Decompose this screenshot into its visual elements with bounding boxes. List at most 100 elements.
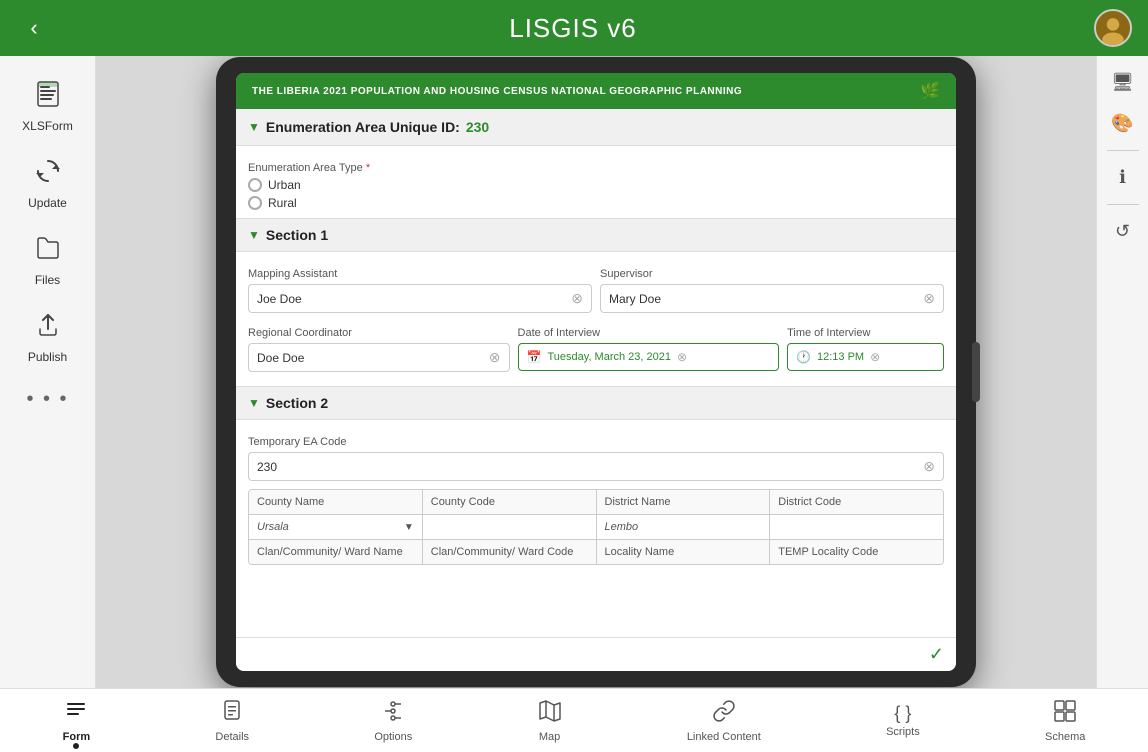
- publish-label: Publish: [28, 350, 67, 364]
- nav-details[interactable]: Details: [199, 695, 265, 747]
- more-options[interactable]: • • •: [26, 388, 68, 411]
- mapping-assistant-clear[interactable]: ⊗: [571, 290, 583, 307]
- avatar[interactable]: [1094, 9, 1132, 47]
- county-name-header: County Name: [249, 490, 423, 514]
- grid-header-row-2: Clan/Community/ Ward Name Clan/Community…: [249, 540, 943, 564]
- info-icon[interactable]: ℹ: [1115, 163, 1130, 192]
- sidebar-item-publish[interactable]: Publish: [8, 303, 88, 372]
- nav-map[interactable]: Map: [522, 695, 578, 747]
- nav-schema-icon: [1053, 699, 1077, 729]
- time-group: Time of Interview 🕐 12:13 PM ⊗: [787, 319, 944, 372]
- update-icon: [34, 157, 62, 192]
- district-code-cell[interactable]: [770, 515, 943, 539]
- time-value: 12:13 PM: [817, 351, 864, 363]
- palette-icon[interactable]: 🎨: [1107, 109, 1137, 138]
- mapping-assistant-input[interactable]: Joe Doe ⊗: [248, 284, 592, 313]
- district-code-header: District Code: [770, 490, 943, 514]
- nav-map-label: Map: [539, 731, 560, 743]
- temp-locality-code-header: TEMP Locality Code: [770, 540, 943, 564]
- county-name-value: Ursala: [257, 521, 289, 533]
- ea-type-label: Enumeration Area Type *: [248, 162, 944, 174]
- ea-type-section: Enumeration Area Type * Urban Rural: [236, 146, 956, 218]
- nav-scripts[interactable]: { } Scripts: [870, 699, 936, 742]
- nav-linked-content-icon: [712, 699, 736, 729]
- supervisor-label: Supervisor: [600, 268, 944, 280]
- form-header: THE LIBERIA 2021 POPULATION AND HOUSING …: [236, 73, 956, 109]
- county-code-header: County Code: [423, 490, 597, 514]
- district-name-value: Lembo: [605, 521, 639, 533]
- regional-coordinator-label: Regional Coordinator: [248, 327, 510, 339]
- tablet-frame: THE LIBERIA 2021 POPULATION AND HOUSING …: [216, 57, 976, 687]
- files-icon: [34, 234, 62, 269]
- center-area: THE LIBERIA 2021 POPULATION AND HOUSING …: [96, 56, 1096, 688]
- county-name-dropdown[interactable]: Ursala ▼: [257, 521, 414, 533]
- sidebar-item-xlsform[interactable]: XLSForm: [8, 72, 88, 141]
- sidebar-item-update[interactable]: Update: [8, 149, 88, 218]
- section1-title: Section 1: [266, 227, 328, 243]
- date-input[interactable]: 📅 Tuesday, March 23, 2021 ⊗: [518, 343, 780, 371]
- section2-title: Section 2: [266, 395, 328, 411]
- temp-ea-clear[interactable]: ⊗: [923, 458, 935, 475]
- temp-ea-section: Temporary EA Code 230 ⊗ County Name Coun…: [236, 420, 956, 573]
- supervisor-clear[interactable]: ⊗: [923, 290, 935, 307]
- mapping-assistant-group: Mapping Assistant Joe Doe ⊗: [248, 260, 592, 313]
- date-label: Date of Interview: [518, 327, 780, 339]
- back-button[interactable]: ‹: [16, 15, 52, 41]
- form-header-icon: 🌿: [920, 81, 940, 101]
- nav-map-icon: [538, 699, 562, 729]
- locality-name-header: Locality Name: [597, 540, 771, 564]
- undo-icon[interactable]: ↺: [1111, 217, 1134, 246]
- nav-schema[interactable]: Schema: [1029, 695, 1101, 747]
- district-name-cell[interactable]: Lembo: [597, 515, 771, 539]
- nav-schema-label: Schema: [1045, 731, 1085, 743]
- clock-icon: 🕐: [796, 350, 811, 364]
- regional-coordinator-input[interactable]: Doe Doe ⊗: [248, 343, 510, 372]
- county-name-cell[interactable]: Ursala ▼: [249, 515, 423, 539]
- county-code-cell[interactable]: [423, 515, 597, 539]
- section2-toggle[interactable]: ▼: [248, 396, 260, 410]
- left-sidebar: XLSForm Update Files: [0, 56, 96, 688]
- right-divider-2: [1107, 204, 1139, 205]
- check-button[interactable]: ✓: [929, 644, 944, 665]
- row-coordinator-date-time: Regional Coordinator Doe Doe ⊗ Date of I…: [248, 319, 944, 372]
- ea-title: Enumeration Area Unique ID:: [266, 119, 460, 135]
- date-group: Date of Interview 📅 Tuesday, March 23, 2…: [518, 319, 780, 372]
- top-bar: ‹ LISGIS v6: [0, 0, 1148, 56]
- radio-urban-label: Urban: [268, 178, 301, 192]
- nav-details-label: Details: [215, 731, 249, 743]
- tablet-screen: THE LIBERIA 2021 POPULATION AND HOUSING …: [236, 73, 956, 671]
- update-label: Update: [28, 196, 67, 210]
- xlsform-label: XLSForm: [22, 119, 73, 133]
- regional-coordinator-clear[interactable]: ⊗: [489, 349, 501, 366]
- data-grid: County Name County Code District Name Di…: [248, 489, 944, 565]
- time-input[interactable]: 🕐 12:13 PM ⊗: [787, 343, 944, 371]
- supervisor-input[interactable]: Mary Doe ⊗: [600, 284, 944, 313]
- date-clear[interactable]: ⊗: [677, 350, 687, 364]
- calendar-icon: 📅: [527, 350, 542, 364]
- radio-urban[interactable]: Urban: [248, 178, 944, 192]
- nav-form-dot: [73, 743, 79, 749]
- sidebar-item-files[interactable]: Files: [8, 226, 88, 295]
- mapping-assistant-label: Mapping Assistant: [248, 268, 592, 280]
- supervisor-value: Mary Doe: [609, 292, 661, 306]
- nav-linked-content[interactable]: Linked Content: [671, 695, 777, 747]
- ea-toggle[interactable]: ▼: [248, 120, 260, 134]
- nav-options-icon: [381, 699, 405, 729]
- ea-type-radio-group: Urban Rural: [248, 178, 944, 210]
- district-name-header: District Name: [597, 490, 771, 514]
- section1-body: Mapping Assistant Joe Doe ⊗ Supervisor M…: [236, 252, 956, 386]
- nav-form[interactable]: Form: [47, 695, 107, 747]
- required-marker: *: [366, 162, 370, 174]
- nav-scripts-label: Scripts: [886, 726, 920, 738]
- section1-header: ▼ Section 1: [236, 218, 956, 252]
- section1-toggle[interactable]: ▼: [248, 228, 260, 242]
- row-mapping-supervisor: Mapping Assistant Joe Doe ⊗ Supervisor M…: [248, 260, 944, 313]
- temp-ea-code-input[interactable]: 230 ⊗: [248, 452, 944, 481]
- nav-options[interactable]: Options: [358, 695, 428, 747]
- time-clear[interactable]: ⊗: [870, 350, 880, 364]
- nav-scripts-icon: { }: [894, 703, 911, 724]
- radio-rural[interactable]: Rural: [248, 196, 944, 210]
- monitor-icon[interactable]: 🖥: [1107, 68, 1138, 97]
- section2-header: ▼ Section 2: [236, 386, 956, 420]
- radio-rural-label: Rural: [268, 196, 297, 210]
